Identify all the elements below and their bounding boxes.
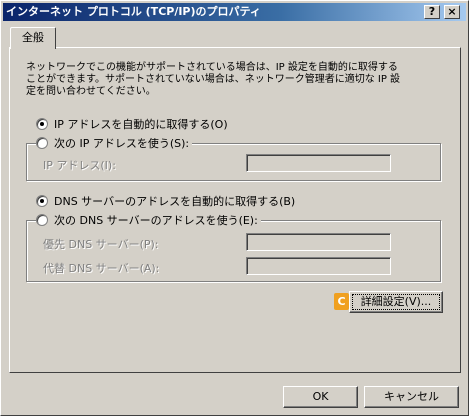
ok-button[interactable]: OK — [283, 386, 358, 408]
description-text: ネットワークでこの機能がサポートされている場合は、IP 設定を自動的に取得する … — [26, 62, 401, 97]
dns-manual-radio[interactable] — [36, 214, 48, 226]
ip-address-label: IP アドレス(I): — [43, 159, 116, 172]
ip-auto-radio[interactable] — [36, 118, 48, 130]
dns-auto-label: DNS サーバーのアドレスを自動的に取得する(B) — [54, 195, 296, 208]
ip-manual-option[interactable]: 次の IP アドレスを使う(S): — [36, 135, 193, 151]
tab-general[interactable]: 全般 — [10, 27, 56, 49]
dns-alternate-label: 代替 DNS サーバー(A): — [43, 262, 160, 275]
help-button[interactable]: ? — [424, 5, 440, 19]
ip-manual-radio[interactable] — [36, 137, 48, 149]
ip-address-field[interactable] — [246, 154, 391, 172]
window-title: インターネット プロトコル (TCP/IP)のプロパティ — [6, 5, 261, 18]
dns-auto-radio[interactable] — [36, 195, 48, 207]
dns-preferred-label: 優先 DNS サーバー(P): — [43, 238, 159, 251]
c-badge-icon: C — [334, 293, 349, 310]
dns-alternate-field[interactable] — [246, 257, 391, 275]
dns-manual-option[interactable]: 次の DNS サーバーのアドレスを使う(E): — [36, 212, 261, 228]
dns-preferred-field[interactable] — [246, 233, 391, 251]
title-bar: インターネット プロトコル (TCP/IP)のプロパティ ? × — [3, 3, 466, 21]
ip-manual-label: 次の IP アドレスを使う(S): — [54, 137, 190, 150]
dns-auto-option[interactable]: DNS サーバーのアドレスを自動的に取得する(B) — [36, 193, 299, 209]
cancel-button[interactable]: キャンセル — [364, 386, 459, 408]
ip-auto-label: IP アドレスを自動的に取得する(O) — [54, 118, 228, 131]
dialog-window: インターネット プロトコル (TCP/IP)のプロパティ ? × 全般 ネットワ… — [0, 0, 469, 416]
close-button[interactable]: × — [444, 5, 460, 19]
dns-manual-label: 次の DNS サーバーのアドレスを使う(E): — [54, 214, 258, 227]
ip-auto-option[interactable]: IP アドレスを自動的に取得する(O) — [36, 116, 231, 132]
advanced-button[interactable]: 詳細設定(V)... — [349, 291, 443, 313]
